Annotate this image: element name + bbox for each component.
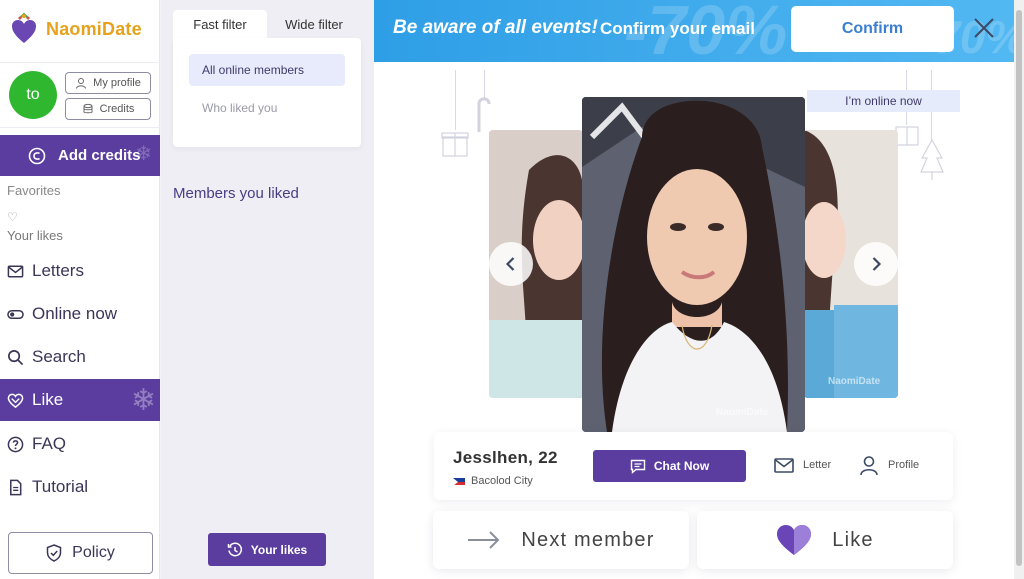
your-likes-button-label: Your likes — [250, 542, 308, 557]
banner-text: Confirm your email — [600, 19, 755, 38]
sidebar-item-like[interactable]: Like ❄ — [0, 379, 160, 421]
your-likes-button[interactable]: Your likes — [208, 533, 326, 566]
coin-icon — [28, 147, 46, 164]
my-profile-button[interactable]: My profile — [65, 72, 151, 94]
sidebar-item-label: Online now — [32, 304, 118, 323]
snowflake-icon: ❄ — [135, 143, 152, 165]
profile-box: to My profile Credits — [0, 62, 160, 128]
tab-fast-filter[interactable]: Fast filter — [173, 10, 267, 38]
logo[interactable]: NaomiDate — [10, 10, 142, 48]
previous-button[interactable] — [489, 242, 533, 286]
next-member-button[interactable]: Next member — [433, 511, 689, 569]
flag-icon — [453, 477, 465, 485]
letter-link[interactable]: Letter — [773, 454, 831, 476]
arrow-right-icon — [468, 531, 500, 549]
filter-panel: Fast filter Wide filter All online membe… — [161, 0, 374, 579]
banner-headline: Be aware of all events! — [393, 17, 598, 38]
shield-icon — [46, 544, 62, 562]
ornament-string — [455, 70, 456, 130]
profile-link[interactable]: Profile — [858, 454, 919, 476]
letter-label: Letter — [803, 459, 832, 471]
close-icon[interactable] — [972, 16, 996, 40]
like-button[interactable]: Like — [697, 511, 953, 569]
candy-cane-icon — [477, 97, 491, 132]
heart-icon — [7, 393, 24, 408]
filter-who-liked-you[interactable]: Who liked you — [189, 92, 345, 124]
envelope-icon — [774, 458, 794, 473]
member-info-card: Jesslhen, 22 Bacolod City Chat Now Lette… — [434, 432, 953, 500]
search-icon — [8, 349, 24, 365]
sidebar-item-label: FAQ — [32, 434, 67, 453]
gift-icon — [441, 132, 469, 157]
watermark: NaomiDate — [716, 407, 769, 418]
user-icon — [76, 78, 87, 89]
main-content: -70% -70% Be aware of all events! Confir… — [374, 0, 1014, 579]
chat-now-label: Chat Now — [653, 459, 710, 473]
add-credits-button[interactable]: Add credits ❄ — [0, 135, 160, 176]
history-icon — [227, 542, 242, 556]
chevron-left-icon — [505, 257, 515, 271]
sidebar: NaomiDate to My profile Credits Add cred… — [0, 0, 160, 579]
page-scrollbar[interactable] — [1014, 0, 1024, 579]
profile-label: Profile — [888, 459, 920, 471]
members-liked-title: Members you liked — [173, 185, 299, 202]
envelope-icon — [7, 265, 24, 277]
sidebar-item-search[interactable]: Search — [0, 336, 160, 378]
sidebar-item-label: Like — [32, 390, 64, 409]
user-icon — [860, 456, 878, 476]
sidebar-item-faq[interactable]: FAQ — [0, 423, 160, 465]
brand-name: NaomiDate — [46, 18, 142, 39]
coins-icon — [83, 103, 93, 114]
scroll-thumb[interactable] — [1016, 10, 1022, 566]
filter-options: All online members Who liked you — [173, 38, 361, 147]
sidebar-item-tutorial[interactable]: Tutorial — [0, 466, 160, 508]
chat-icon — [630, 459, 646, 474]
sidebar-item-letters[interactable]: Letters — [0, 250, 160, 292]
snowflake-icon: ❄ — [130, 384, 156, 417]
my-profile-label: My profile — [93, 77, 141, 89]
like-label: Like — [832, 528, 874, 551]
watermark: NaomiDate — [828, 376, 881, 387]
online-status-badge: I’m online now — [807, 90, 960, 112]
sidebar-item-label: Tutorial — [32, 477, 89, 496]
sidebar-item-label: Letters — [32, 261, 84, 280]
filter-card: Fast filter Wide filter All online membe… — [173, 10, 361, 147]
logo-icon — [10, 12, 38, 45]
member-name[interactable]: Jesslhen, 22 — [453, 448, 558, 468]
next-member-label: Next member — [521, 528, 655, 551]
favorites-title: Favorites — [7, 183, 61, 198]
question-icon — [7, 436, 24, 452]
sidebar-item-label: Search — [32, 347, 86, 366]
member-photo[interactable]: NaomiDate — [582, 97, 805, 432]
tree-icon — [920, 138, 944, 180]
member-location: Bacolod City — [453, 475, 533, 487]
document-icon — [10, 479, 22, 495]
credits-label: Credits — [99, 103, 135, 115]
sidebar-item-online-now[interactable]: Online now — [0, 293, 160, 335]
member-city: Bacolod City — [471, 475, 533, 487]
next-photo-button[interactable] — [854, 242, 898, 286]
chat-now-button[interactable]: Chat Now — [593, 450, 746, 482]
photo-image — [582, 97, 805, 432]
your-likes-link[interactable]: Your likes — [7, 228, 63, 243]
credits-button[interactable]: Credits — [65, 98, 151, 120]
chevron-right-icon — [872, 257, 882, 271]
email-banner: -70% -70% Be aware of all events! Confir… — [374, 0, 1014, 62]
avatar[interactable]: to — [9, 71, 57, 119]
policy-button[interactable]: Policy — [8, 532, 153, 574]
heart-icon — [777, 525, 812, 555]
filter-all-online[interactable]: All online members — [189, 54, 345, 86]
heart-outline-icon: ♡ — [7, 210, 18, 224]
policy-label: Policy — [72, 544, 115, 561]
add-credits-label: Add credits — [58, 147, 141, 164]
confirm-email-button[interactable]: Confirm — [791, 6, 954, 52]
tab-wide-filter[interactable]: Wide filter — [267, 10, 361, 38]
toggle-icon — [7, 309, 24, 319]
